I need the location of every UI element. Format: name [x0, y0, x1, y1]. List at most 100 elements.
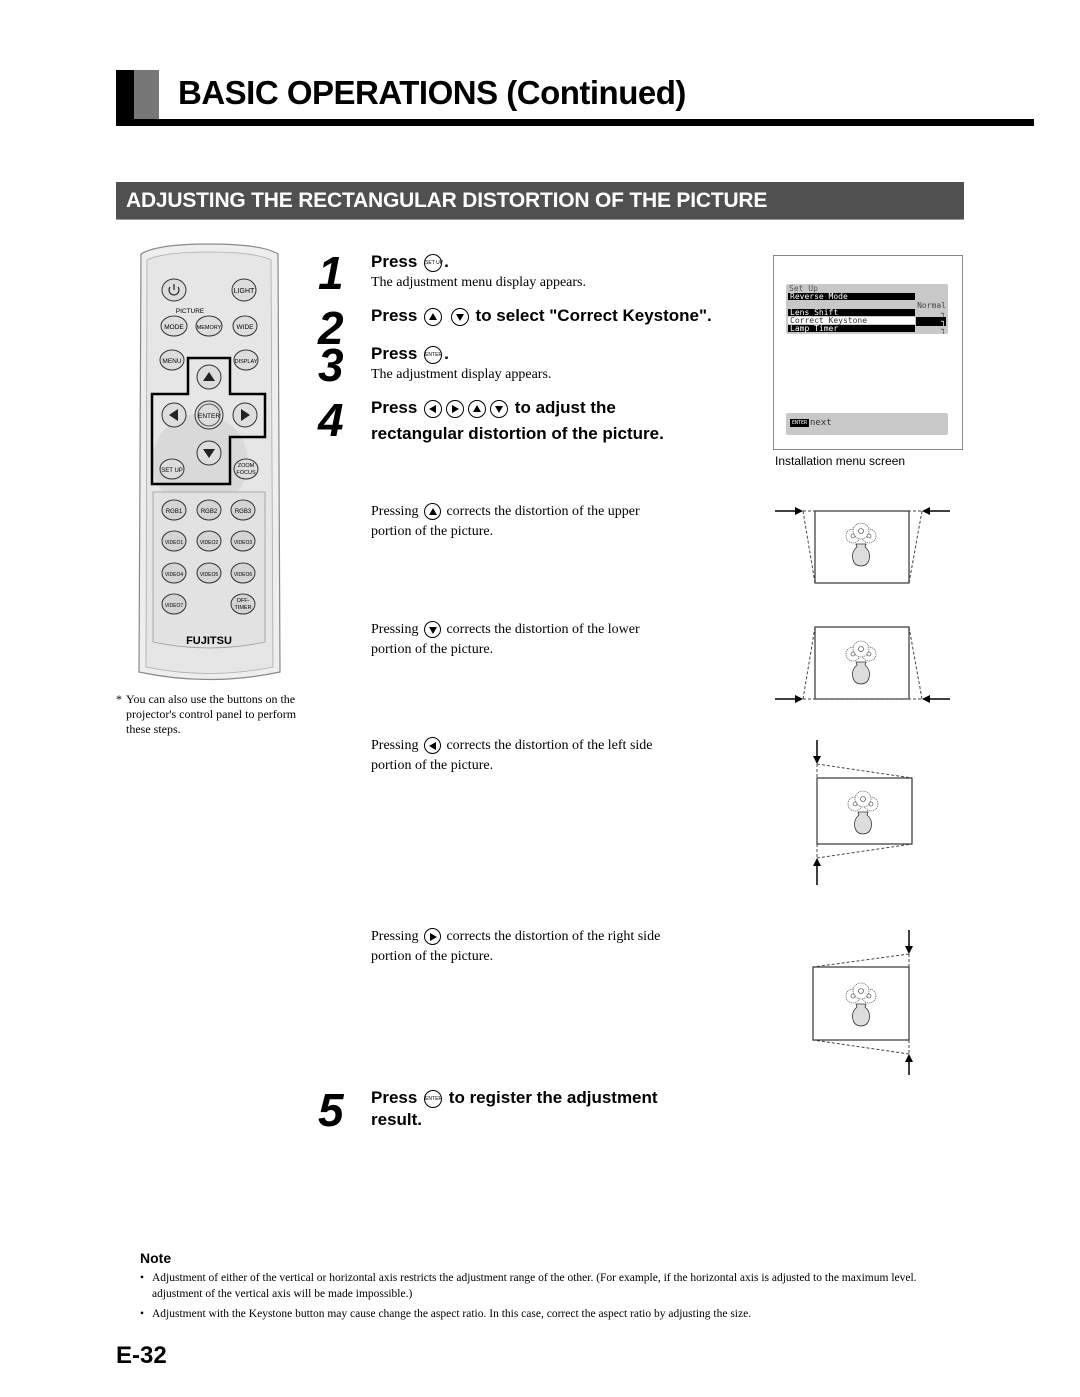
description-upper: Pressing corrects the distortion of the …: [371, 503, 640, 539]
light-button[interactable]: LIGHT: [231, 278, 257, 302]
zoom-focus-button[interactable]: ZOOMFOCUS: [233, 458, 259, 480]
memory-button[interactable]: MEMORY: [195, 315, 223, 337]
video3-button[interactable]: VIDEO3: [230, 530, 256, 552]
note-item: Adjustment of either of the vertical or …: [140, 1270, 950, 1302]
page-number: E-32: [116, 1342, 167, 1369]
enter-button-icon: ENTER: [424, 1089, 443, 1108]
svg-text:FOCUS: FOCUS: [236, 470, 256, 476]
menu-value-mark: ┐: [941, 325, 946, 334]
brand-logo: FUJITSU: [186, 635, 232, 647]
svg-text:WIDE: WIDE: [237, 324, 255, 331]
arrow-right-icon: [795, 695, 803, 703]
up-arrow-icon: [468, 399, 487, 418]
left-arrow-icon: [424, 399, 443, 418]
rgb3-button[interactable]: RGB3: [230, 499, 256, 521]
left-arrow-icon: [423, 737, 441, 755]
setup-menu-panel: Set Up Reverse Mode Normal Lens Shift ┐ …: [786, 284, 948, 334]
step-1-detail: The adjustment menu display appears.: [371, 275, 586, 290]
svg-text:TIMER: TIMER: [234, 605, 251, 611]
right-button[interactable]: [232, 402, 258, 428]
step-number: 5: [318, 1084, 344, 1136]
svg-text:VIDEO7: VIDEO7: [165, 603, 184, 609]
svg-text:MEMORY: MEMORY: [197, 325, 222, 331]
svg-text:RGB2: RGB2: [201, 509, 218, 515]
svg-text:RGB3: RGB3: [235, 509, 252, 515]
video7-button[interactable]: VIDEO7: [161, 593, 187, 615]
enter-button[interactable]: ENTER: [194, 400, 224, 430]
arrow-up-icon: [905, 1054, 913, 1062]
up-button[interactable]: [196, 364, 222, 390]
mode-button[interactable]: MODE: [160, 315, 188, 337]
down-button[interactable]: [196, 440, 222, 466]
arrow-up-icon: [813, 858, 821, 866]
svg-text:VIDEO3: VIDEO3: [234, 540, 253, 546]
off-timer-button[interactable]: OFF-TIMER: [230, 593, 256, 615]
svg-text:VIDEO6: VIDEO6: [234, 572, 253, 578]
menu-button[interactable]: MENU: [159, 349, 185, 371]
setup-button[interactable]: SET UP: [159, 458, 185, 480]
menu-item-reverse-mode[interactable]: Reverse Mode: [788, 293, 915, 301]
wide-button[interactable]: WIDE: [232, 315, 258, 337]
note-item: Adjustment with the Keystone button may …: [140, 1306, 950, 1322]
enter-button-icon: ENTER: [424, 345, 443, 364]
picture-label: PICTURE: [176, 308, 205, 315]
menu-caption: Installation menu screen: [775, 454, 906, 468]
right-arrow-icon: [446, 399, 465, 418]
section-title: ADJUSTING THE RECTANGULAR DISTORTION OF …: [126, 189, 768, 212]
svg-text:ENTER: ENTER: [198, 413, 220, 420]
video2-button[interactable]: VIDEO2: [196, 530, 222, 552]
svg-text:LIGHT: LIGHT: [234, 288, 255, 295]
step-5-instruction: Press ENTER to register the adjustment: [371, 1088, 658, 1108]
step-5-instruction-line2: result.: [371, 1110, 423, 1129]
video4-button[interactable]: VIDEO4: [161, 562, 187, 584]
step-3-instruction: Press ENTER.: [371, 344, 449, 364]
video5-button[interactable]: VIDEO5: [196, 562, 222, 584]
svg-text:DISPLAY: DISPLAY: [235, 359, 258, 365]
description-right: Pressing corrects the distortion of the …: [371, 928, 661, 964]
step-number: 4: [318, 394, 344, 446]
arrow-right-icon: [795, 507, 803, 515]
remote-footnote: * You can also use the buttons on the pr…: [116, 692, 297, 736]
svg-text:VIDEO2: VIDEO2: [200, 540, 219, 546]
note-title: Note: [140, 1250, 172, 1266]
arrow-left-icon: [922, 695, 930, 703]
menu-item-correct-keystone[interactable]: Correct Keystone: [788, 317, 915, 325]
arrow-down-icon: [813, 756, 821, 764]
step-number: 1: [318, 247, 344, 299]
arrow-left-icon: [922, 507, 930, 515]
left-button[interactable]: [161, 402, 187, 428]
keystone-diagram-lower: [775, 626, 950, 703]
down-arrow-icon: [423, 621, 441, 639]
arrow-down-icon: [905, 946, 913, 954]
down-arrow-icon: [450, 307, 469, 326]
power-button[interactable]: [161, 278, 187, 302]
menu-item-lens-shift[interactable]: Lens Shift: [788, 309, 915, 317]
svg-text:MENU: MENU: [162, 358, 181, 365]
step-4-instruction: Press to adjust the: [371, 398, 616, 418]
svg-text:VIDEO4: VIDEO4: [165, 572, 184, 578]
svg-text:ZOOM: ZOOM: [238, 463, 255, 469]
step-number: 3: [318, 339, 344, 391]
svg-text:OFF-: OFF-: [237, 598, 250, 604]
step-1-instruction: Press SET UP.: [371, 252, 449, 272]
setup-button-icon: SET UP: [424, 253, 443, 272]
display-button[interactable]: DISPLAY: [233, 349, 259, 371]
keystone-diagram-right: [812, 930, 913, 1075]
menu-footer: ENTER next: [786, 413, 948, 435]
rgb1-button[interactable]: RGB1: [161, 499, 187, 521]
rgb2-button[interactable]: RGB2: [196, 499, 222, 521]
svg-text:SET UP: SET UP: [161, 468, 183, 474]
down-arrow-icon: [490, 399, 509, 418]
remote-control-illustration: LIGHT PICTURE MODE MEMORY WIDE MENU DISP…: [138, 243, 281, 681]
note-list: Adjustment of either of the vertical or …: [140, 1270, 950, 1326]
header-accent-black: [116, 70, 134, 126]
menu-item-lamp-timer[interactable]: Lamp Timer: [788, 325, 915, 333]
enter-key-badge: ENTER: [790, 419, 810, 427]
video6-button[interactable]: VIDEO6: [230, 562, 256, 584]
video1-button[interactable]: VIDEO1: [161, 530, 187, 552]
up-arrow-icon: [424, 307, 443, 326]
page-title: BASIC OPERATIONS (Continued): [178, 74, 686, 111]
right-arrow-icon: [423, 928, 441, 946]
header-rule: [116, 119, 1034, 126]
svg-text:RGB1: RGB1: [166, 509, 183, 515]
